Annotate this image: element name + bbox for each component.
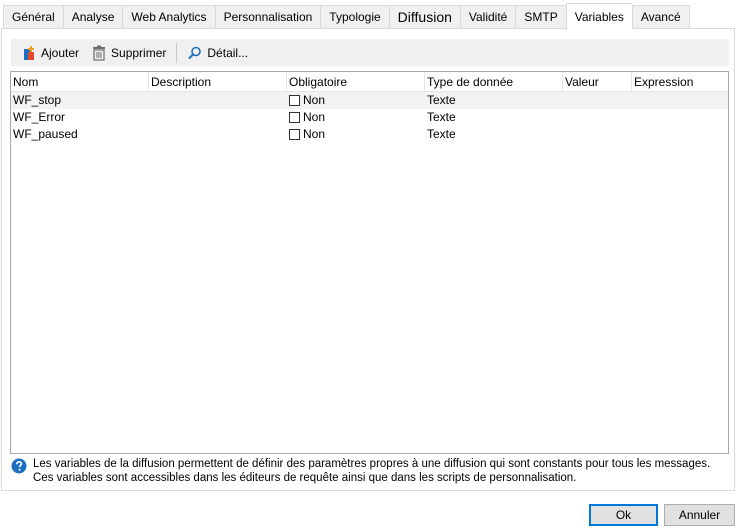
- help-icon: [11, 458, 27, 474]
- tab-validite[interactable]: Validité: [459, 5, 516, 29]
- toolbar: Ajouter Supprimer Détail...: [11, 39, 729, 66]
- column-header-expression[interactable]: Expression: [632, 72, 728, 92]
- cell-type: Texte: [427, 93, 456, 107]
- mandatory-label: Non: [303, 93, 326, 107]
- tab-analyse[interactable]: Analyse: [62, 5, 123, 29]
- tab-general[interactable]: Général: [3, 5, 63, 29]
- cell-expression: [632, 92, 728, 109]
- table-row[interactable]: WF_Error Non Texte: [11, 109, 728, 126]
- table-row[interactable]: WF_paused Non Texte: [11, 126, 728, 143]
- tab-personnalisation[interactable]: Personnalisation: [214, 5, 321, 29]
- cell-type: Texte: [427, 127, 456, 141]
- cancel-label: Annuler: [678, 508, 721, 522]
- ok-button[interactable]: Ok: [589, 504, 658, 526]
- magnifier-icon: [188, 46, 202, 59]
- help-line-1: Les variables de la diffusion permettent…: [33, 458, 711, 470]
- add-icon: [24, 45, 34, 60]
- trash-icon: [93, 45, 106, 61]
- mandatory-label: Non: [303, 110, 326, 124]
- tab-variables[interactable]: Variables: [565, 3, 632, 30]
- help-note: Les variables de la diffusion permettent…: [11, 457, 735, 485]
- mandatory-checkbox[interactable]: [289, 129, 300, 140]
- cell-description: [149, 126, 287, 143]
- tab-smtp[interactable]: SMTP: [515, 5, 566, 29]
- add-button[interactable]: Ajouter: [17, 42, 83, 64]
- cell-name: WF_stop: [13, 93, 62, 107]
- mandatory-checkbox[interactable]: [289, 112, 300, 123]
- cell-name: WF_paused: [13, 127, 78, 141]
- variables-dialog: Général Analyse Web Analytics Personnali…: [0, 0, 736, 529]
- tab-web-analytics[interactable]: Web Analytics: [122, 5, 215, 29]
- help-text: Les variables de la diffusion permettent…: [33, 457, 710, 485]
- column-header-type[interactable]: Type de donnée: [425, 72, 563, 92]
- cancel-button[interactable]: Annuler: [664, 504, 735, 526]
- cell-expression: [632, 109, 728, 126]
- cell-description: [149, 109, 287, 126]
- cell-description: [149, 92, 287, 109]
- column-header-description[interactable]: Description: [149, 72, 287, 92]
- cell-value: [563, 126, 632, 143]
- tab-avance[interactable]: Avancé: [631, 5, 690, 29]
- toolbar-separator: [176, 42, 178, 63]
- column-header-valeur[interactable]: Valeur: [563, 72, 632, 92]
- variables-grid[interactable]: Nom Description Obligatoire Type de donn…: [10, 71, 729, 454]
- tab-diffusion[interactable]: Diffusion: [388, 5, 460, 29]
- column-header-obligatoire[interactable]: Obligatoire: [287, 72, 425, 92]
- cell-mandatory: Non: [287, 126, 425, 143]
- mandatory-checkbox[interactable]: [289, 95, 300, 106]
- cell-mandatory: Non: [287, 109, 425, 126]
- tab-panel-variables: Ajouter Supprimer Détail... Nom Descript…: [1, 28, 735, 491]
- column-header-nom[interactable]: Nom: [11, 72, 149, 92]
- cell-value: [563, 109, 632, 126]
- mandatory-label: Non: [303, 127, 326, 141]
- cell-name: WF_Error: [13, 110, 65, 124]
- ok-label: Ok: [615, 508, 632, 522]
- cell-expression: [632, 126, 728, 143]
- help-line-2: Ces variables sont accessibles dans les …: [33, 472, 577, 484]
- tab-typologie[interactable]: Typologie: [320, 5, 389, 29]
- delete-button[interactable]: Supprimer: [87, 42, 170, 64]
- detail-button[interactable]: Détail...: [183, 42, 252, 64]
- grid-header: Nom Description Obligatoire Type de donn…: [11, 72, 728, 92]
- tab-bar: Général Analyse Web Analytics Personnali…: [3, 3, 690, 30]
- cell-mandatory: Non: [287, 92, 425, 109]
- cell-value: [563, 92, 632, 109]
- cell-type: Texte: [427, 110, 456, 124]
- table-row[interactable]: WF_stop Non Texte: [11, 92, 728, 109]
